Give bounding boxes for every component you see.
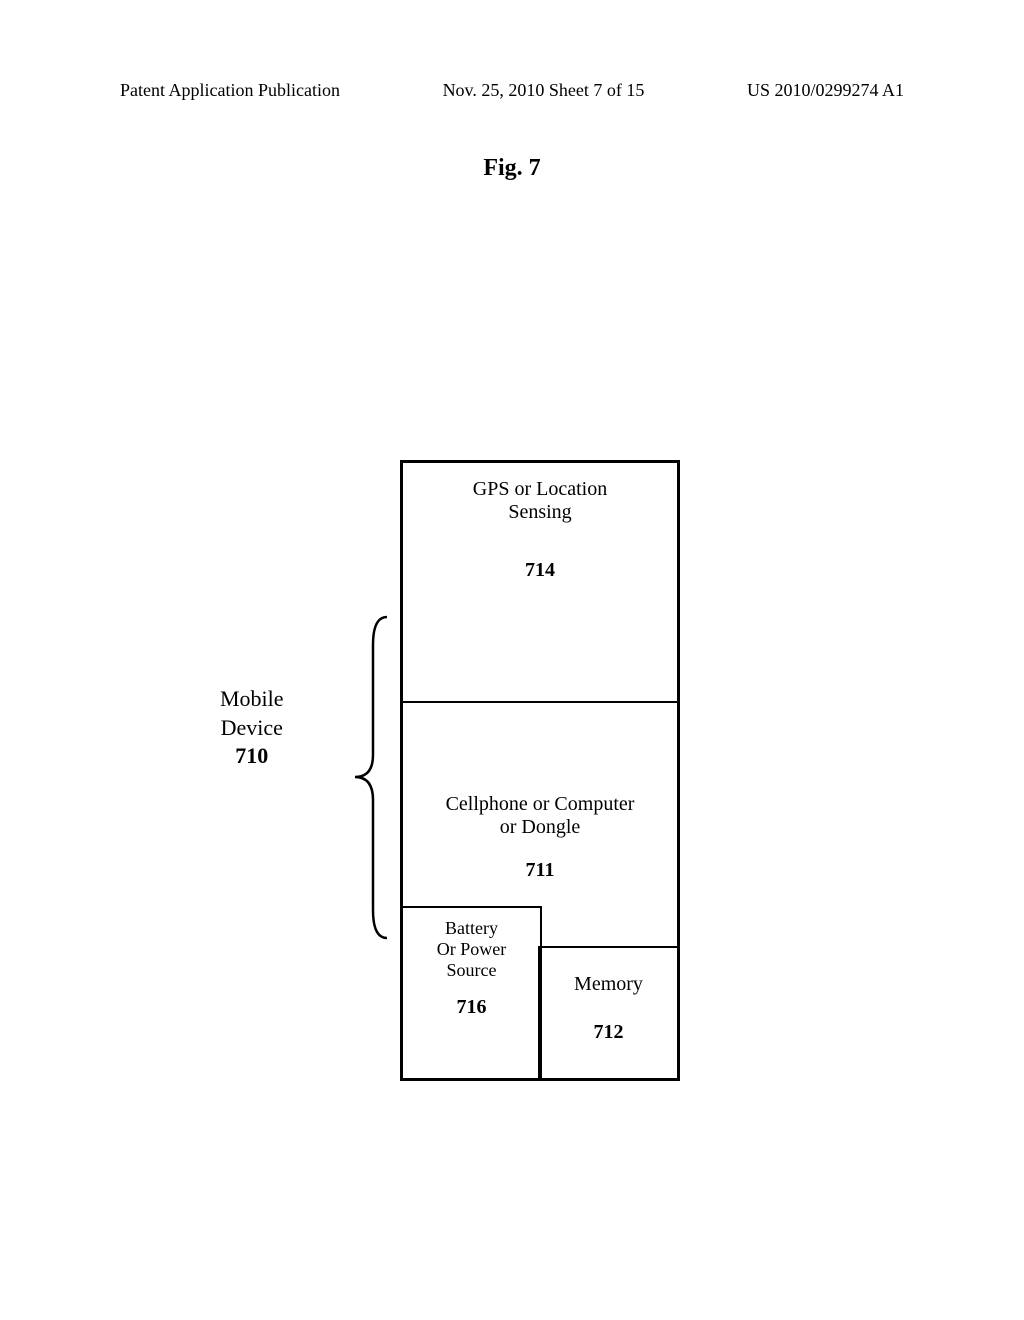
cellphone-ref: 711	[403, 859, 677, 882]
memory-ref: 712	[540, 1021, 677, 1044]
header-publication-number: US 2010/0299274 A1	[747, 80, 904, 101]
header-publication-type: Patent Application Publication	[120, 80, 340, 101]
battery-line1: Battery	[445, 918, 498, 938]
gps-line1: GPS or Location	[473, 478, 607, 500]
header-date-sheet: Nov. 25, 2010 Sheet 7 of 15	[443, 80, 645, 101]
page-header: Patent Application Publication Nov. 25, …	[0, 80, 1024, 101]
mobile-device-label: Mobile Device 710	[220, 685, 284, 771]
memory-label: Memory	[574, 973, 643, 995]
cellphone-text: Cellphone or Computer or Dongle 711	[403, 703, 677, 882]
gps-ref: 714	[403, 559, 677, 582]
mobile-device-line1: Mobile	[220, 686, 284, 711]
cellphone-line2: or Dongle	[500, 816, 581, 838]
figure-title: Fig. 7	[0, 155, 1024, 182]
cellphone-line1: Cellphone or Computer	[446, 793, 635, 815]
gps-box: GPS or Location Sensing 714	[403, 463, 677, 703]
mobile-device-line2: Device	[221, 715, 283, 740]
battery-box: Battery Or Power Source 716	[400, 906, 542, 1081]
main-device-box: GPS or Location Sensing 714 Cellphone or…	[400, 460, 680, 1081]
battery-line2: Or Power	[437, 939, 507, 959]
gps-line2: Sensing	[508, 501, 571, 523]
cellphone-box: Cellphone or Computer or Dongle 711 Batt…	[403, 703, 677, 1078]
mobile-device-ref: 710	[235, 743, 268, 768]
memory-box: Memory 712	[538, 946, 680, 1081]
battery-line3: Source	[447, 960, 497, 980]
brace-icon	[345, 615, 405, 940]
battery-ref: 716	[403, 996, 540, 1019]
